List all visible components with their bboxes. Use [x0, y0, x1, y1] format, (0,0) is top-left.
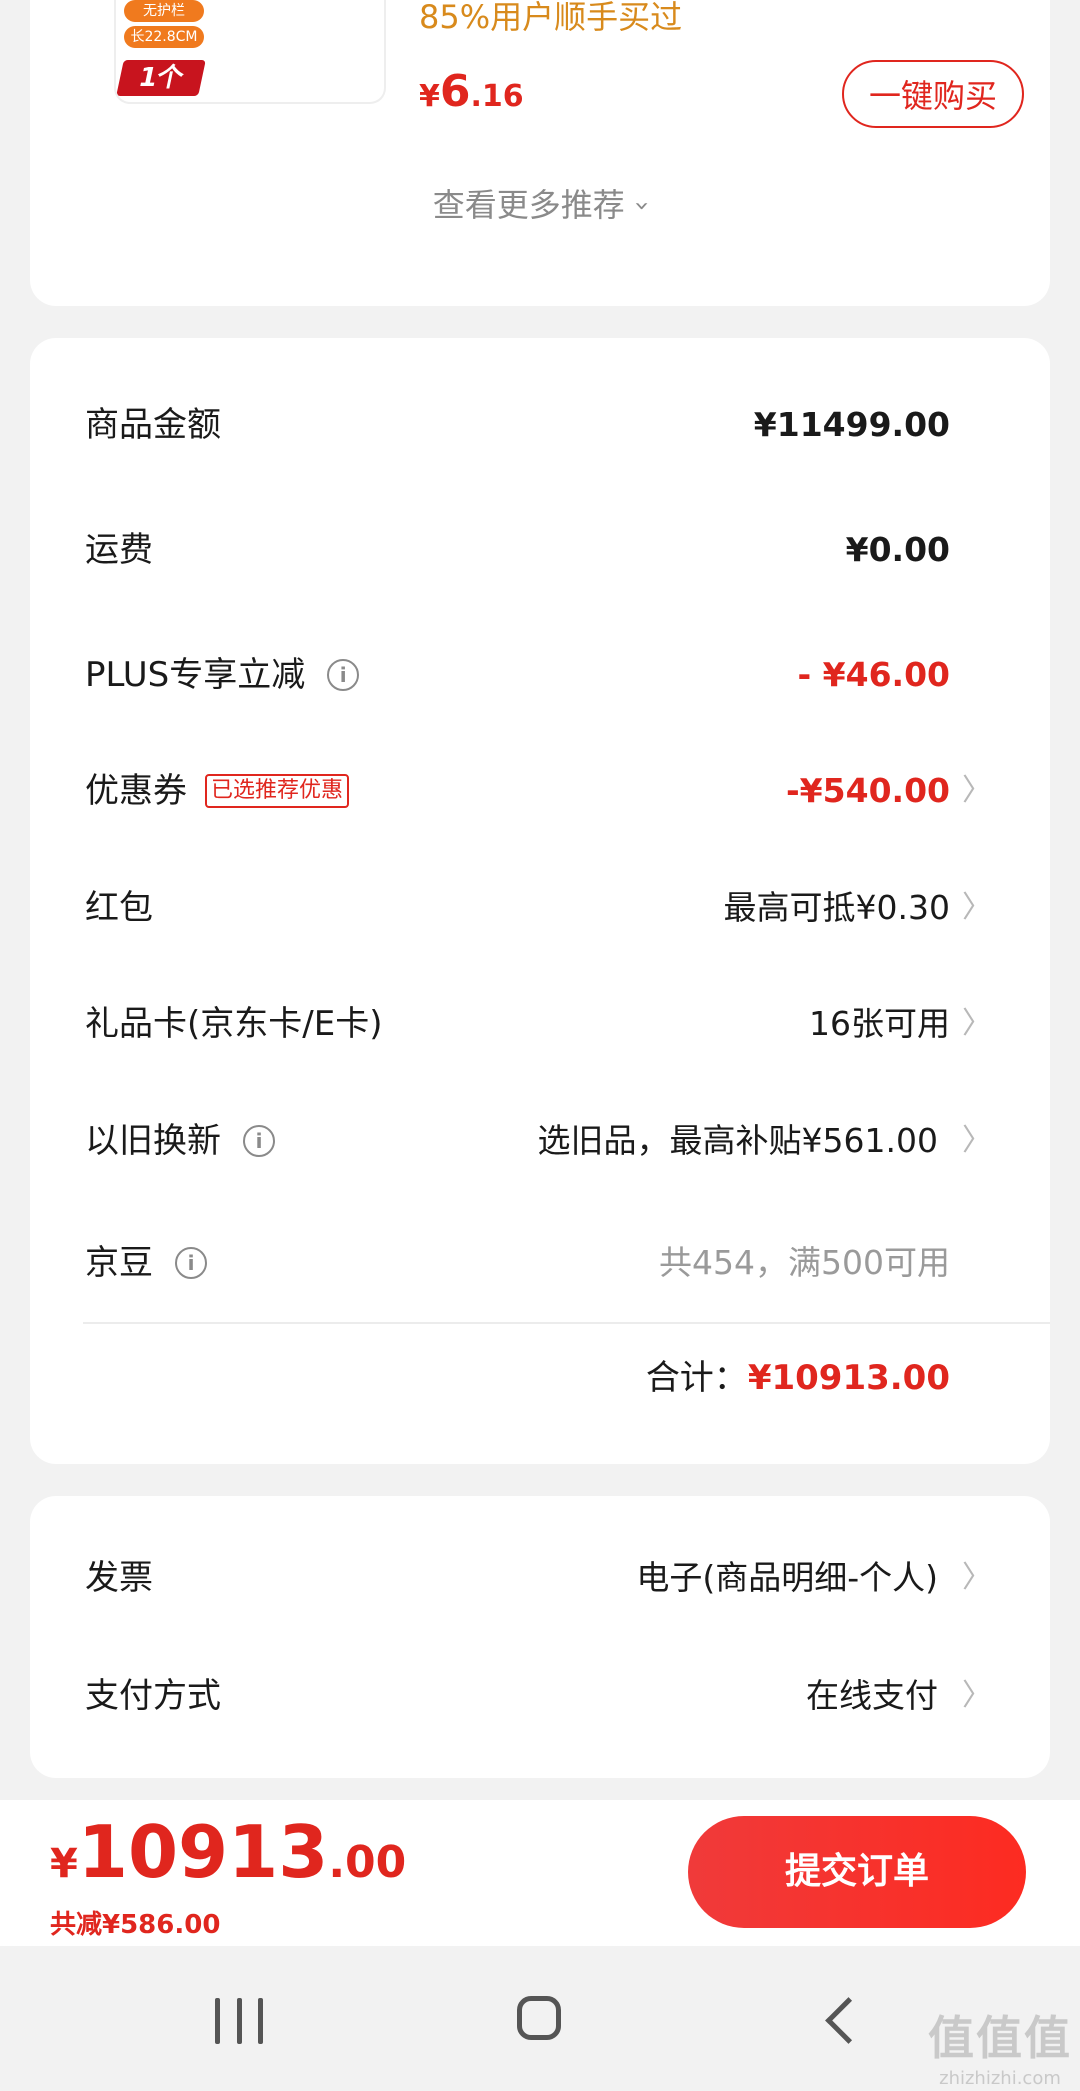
row-value: 电子(商品明细-个人) — [636, 1558, 938, 1597]
row-red-packet[interactable]: 红包 最高可抵¥0.30 〉 — [30, 868, 1050, 948]
recommendation-price: ¥6.16 — [419, 66, 524, 117]
row-gift-card[interactable]: 礼品卡(京东卡/E卡) 16张可用 〉 — [30, 984, 1050, 1064]
row-trade-in[interactable]: 以旧换新 i 选旧品，最高补贴¥561.00 〉 — [30, 1101, 1050, 1181]
info-icon[interactable]: i — [327, 659, 360, 691]
price-integer: 10913 — [77, 1810, 329, 1894]
price-decimal: .00 — [328, 1837, 407, 1888]
row-label: 以旧换新 — [85, 1121, 221, 1161]
system-nav-bar: 值值值 zhizhizhi.com — [0, 1946, 1080, 2091]
row-value: 16张可用 — [809, 1004, 950, 1043]
price-decimal: .16 — [470, 79, 524, 114]
chevron-right-icon: 〉 — [962, 1678, 992, 1713]
price-currency: ¥ — [50, 1841, 78, 1887]
watermark-logo: 值值值 — [928, 2011, 1072, 2065]
total-savings: 共减¥586.00 — [50, 1910, 221, 1940]
row-coupon[interactable]: 优惠券 已选推荐优惠 -¥540.00 〉 — [30, 751, 1050, 831]
thumb-tag: 长22.8CM — [124, 26, 204, 48]
row-label: 商品金额 — [85, 405, 221, 445]
row-label: PLUS专享立减 — [85, 655, 306, 695]
row-value: 在线支付 — [806, 1676, 938, 1715]
row-value: - ¥46.00 — [797, 655, 950, 694]
price-integer: 6 — [439, 66, 471, 117]
watermark-url: zhizhizhi.com — [939, 2068, 1061, 2089]
recommendation-tip: 85%用户顺手买过 — [419, 0, 683, 36]
row-plus-discount: PLUS专享立减 i - ¥46.00 — [30, 635, 1050, 715]
row-value: 最高可抵¥0.30 — [723, 888, 950, 927]
price-detail-card: 商品金额 ¥11499.00 运费 ¥0.00 PLUS专享立减 i - ¥46… — [30, 338, 1050, 1464]
submit-order-button[interactable]: 提交订单 — [688, 1816, 1026, 1928]
row-value: -¥540.00 — [785, 771, 950, 810]
row-jd-beans: 京豆 i 共454，满500可用 — [30, 1223, 1050, 1303]
chevron-right-icon: 〉 — [962, 1123, 992, 1158]
row-label: 红包 — [85, 888, 153, 928]
chevron-right-icon: 〉 — [962, 890, 992, 925]
row-label: 优惠券 — [85, 771, 187, 811]
row-invoice[interactable]: 发票 电子(商品明细-个人) 〉 — [30, 1538, 1050, 1618]
recent-apps-icon[interactable] — [215, 1998, 263, 2044]
chevron-right-icon: 〉 — [962, 1560, 992, 1595]
recommendation-card: 小号 无护栏 长22.8CM 1个 85%用户顺手买过 ¥6.16 一键购买 查… — [30, 0, 1050, 306]
one-click-buy-button[interactable]: 一键购买 — [842, 60, 1024, 128]
more-recommendations-label: 查看更多推荐 — [432, 186, 625, 224]
row-value: 选旧品，最高补贴¥561.00 — [537, 1121, 938, 1160]
order-total-price: ¥10913.00 — [50, 1810, 406, 1894]
back-icon[interactable] — [825, 1997, 872, 2044]
row-label: 运费 — [85, 530, 153, 570]
info-icon[interactable]: i — [243, 1125, 275, 1157]
row-goods-amount: 商品金额 ¥11499.00 — [30, 385, 1050, 465]
row-shipping: 运费 ¥0.00 — [30, 510, 1050, 590]
row-label-wrap: 京豆 i — [85, 1223, 207, 1303]
coupon-recommended-badge: 已选推荐优惠 — [205, 774, 350, 808]
watermark: 值值值 zhizhizhi.com — [928, 2002, 1072, 2089]
row-value: ¥0.00 — [845, 530, 950, 569]
row-label-wrap: PLUS专享立减 i — [85, 635, 360, 715]
divider — [83, 1322, 1050, 1324]
total-value: ¥10913.00 — [747, 1358, 950, 1398]
row-label: 发票 — [85, 1558, 153, 1598]
chevron-right-icon: 〉 — [962, 773, 992, 808]
invoice-payment-card: 发票 电子(商品明细-个人) 〉 支付方式 在线支付 〉 — [30, 1496, 1050, 1778]
row-value: 共454，满500可用 — [659, 1243, 950, 1282]
info-icon[interactable]: i — [175, 1247, 207, 1279]
row-label: 支付方式 — [85, 1676, 221, 1716]
row-label: 京豆 — [85, 1243, 153, 1283]
row-payment-method[interactable]: 支付方式 在线支付 〉 — [30, 1656, 1050, 1736]
total-line: 合计：¥10913.00 — [646, 1338, 950, 1418]
total-label: 合计： — [645, 1358, 748, 1398]
thumb-tag: 无护栏 — [124, 0, 204, 22]
row-value: ¥11499.00 — [753, 405, 950, 444]
price-currency: ¥ — [419, 79, 440, 114]
chevron-right-icon: 〉 — [962, 1006, 992, 1041]
chevron-down-icon: › — [627, 200, 657, 212]
product-thumbnail[interactable]: 小号 无护栏 长22.8CM 1个 — [114, 0, 386, 104]
row-label-wrap: 优惠券 已选推荐优惠 — [85, 751, 350, 831]
home-icon[interactable] — [517, 1996, 561, 2040]
thumb-quantity-badge: 1个 — [116, 60, 206, 96]
checkout-bar: ¥10913.00 共减¥586.00 提交订单 — [0, 1800, 1080, 1946]
more-recommendations-link[interactable]: 查看更多推荐› — [30, 180, 1050, 226]
row-label-wrap: 以旧换新 i — [85, 1101, 275, 1181]
row-label: 礼品卡(京东卡/E卡) — [85, 1004, 383, 1044]
